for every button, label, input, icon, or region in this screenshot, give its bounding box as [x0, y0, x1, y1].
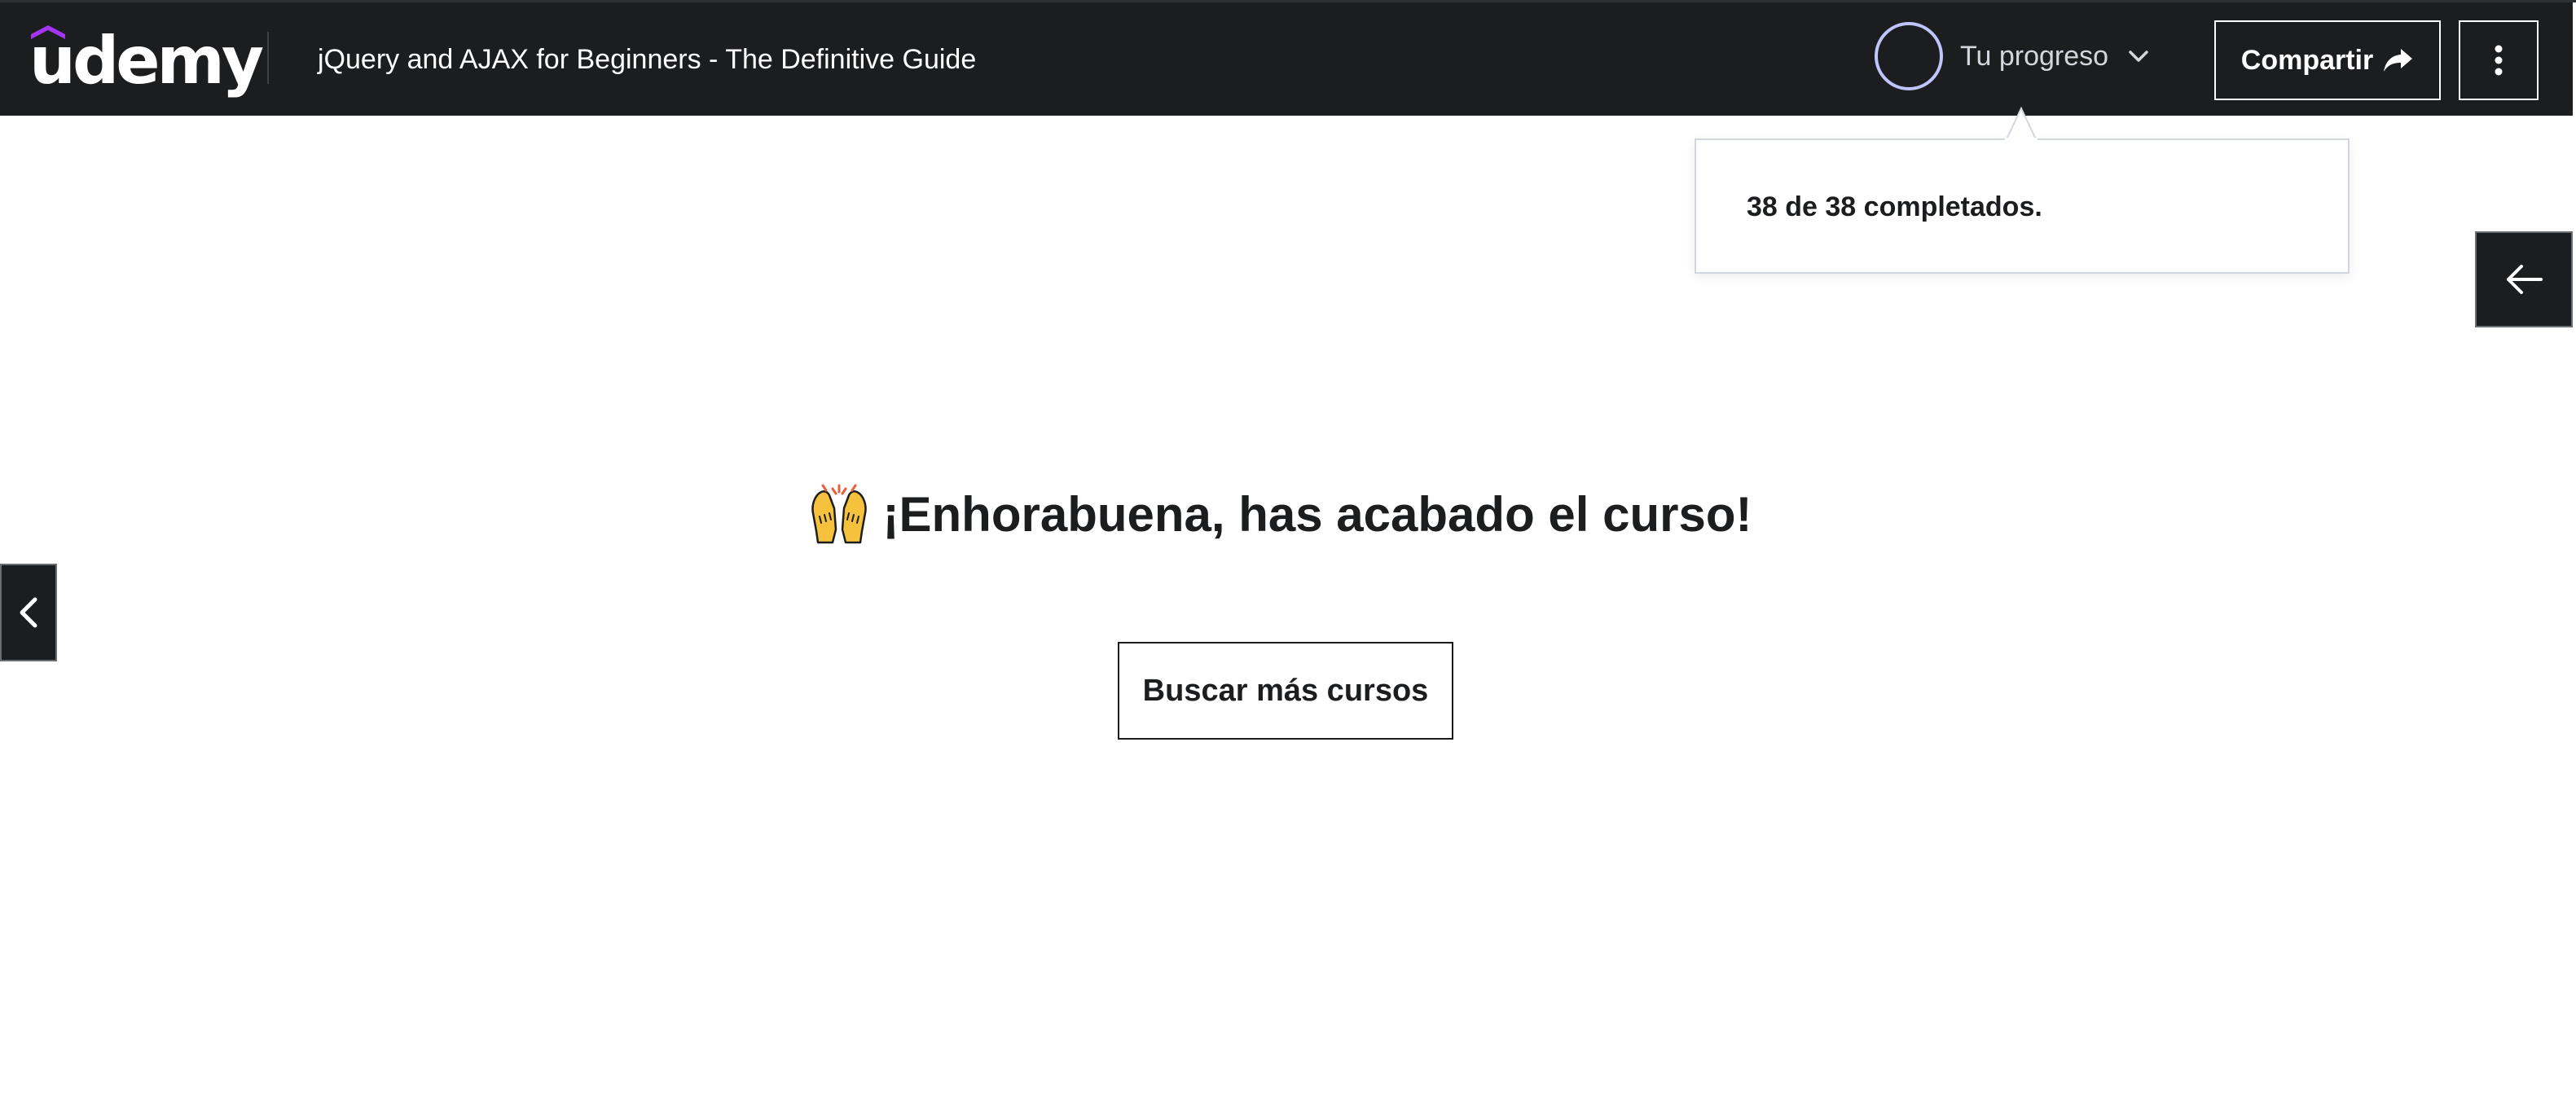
raising-hands-icon — [811, 484, 867, 544]
progress-popover: 38 de 38 completados. — [1695, 138, 2350, 274]
congrats-text: ¡Enhorabuena, has acabado el curso! — [882, 487, 1752, 542]
chevron-down-icon — [2129, 51, 2148, 62]
progress-ring-icon — [1875, 22, 1943, 90]
chevron-left-icon — [20, 597, 37, 628]
progress-dropdown[interactable]: Tu progreso — [1874, 15, 2151, 97]
share-button[interactable]: Compartir — [2214, 20, 2441, 100]
browse-more-courses-button[interactable]: Buscar más cursos — [1118, 642, 1453, 740]
popover-arrow — [2005, 107, 2038, 141]
share-arrow-icon — [2384, 49, 2413, 72]
arrow-left-icon — [2507, 265, 2543, 294]
udemy-hat-icon — [31, 25, 65, 39]
more-options-button[interactable] — [2459, 20, 2539, 100]
top-header: udemy jQuery and AJAX for Beginners - Th… — [0, 0, 2576, 118]
window-edge — [2573, 2, 2576, 118]
sidebar-toggle-button[interactable] — [2475, 231, 2573, 327]
progress-label: Tu progreso — [1960, 40, 2109, 72]
progress-completed-text: 38 de 38 completados. — [1747, 191, 2042, 222]
kebab-menu-icon — [2495, 45, 2503, 76]
share-button-label: Compartir — [2240, 44, 2374, 76]
udemy-logo[interactable]: udemy — [29, 22, 264, 100]
header-divider — [267, 32, 269, 84]
congrats-heading: ¡Enhorabuena, has acabado el curso! — [0, 482, 2576, 547]
previous-lecture-button[interactable] — [0, 564, 57, 661]
course-title[interactable]: jQuery and AJAX for Beginners - The Defi… — [318, 42, 976, 77]
